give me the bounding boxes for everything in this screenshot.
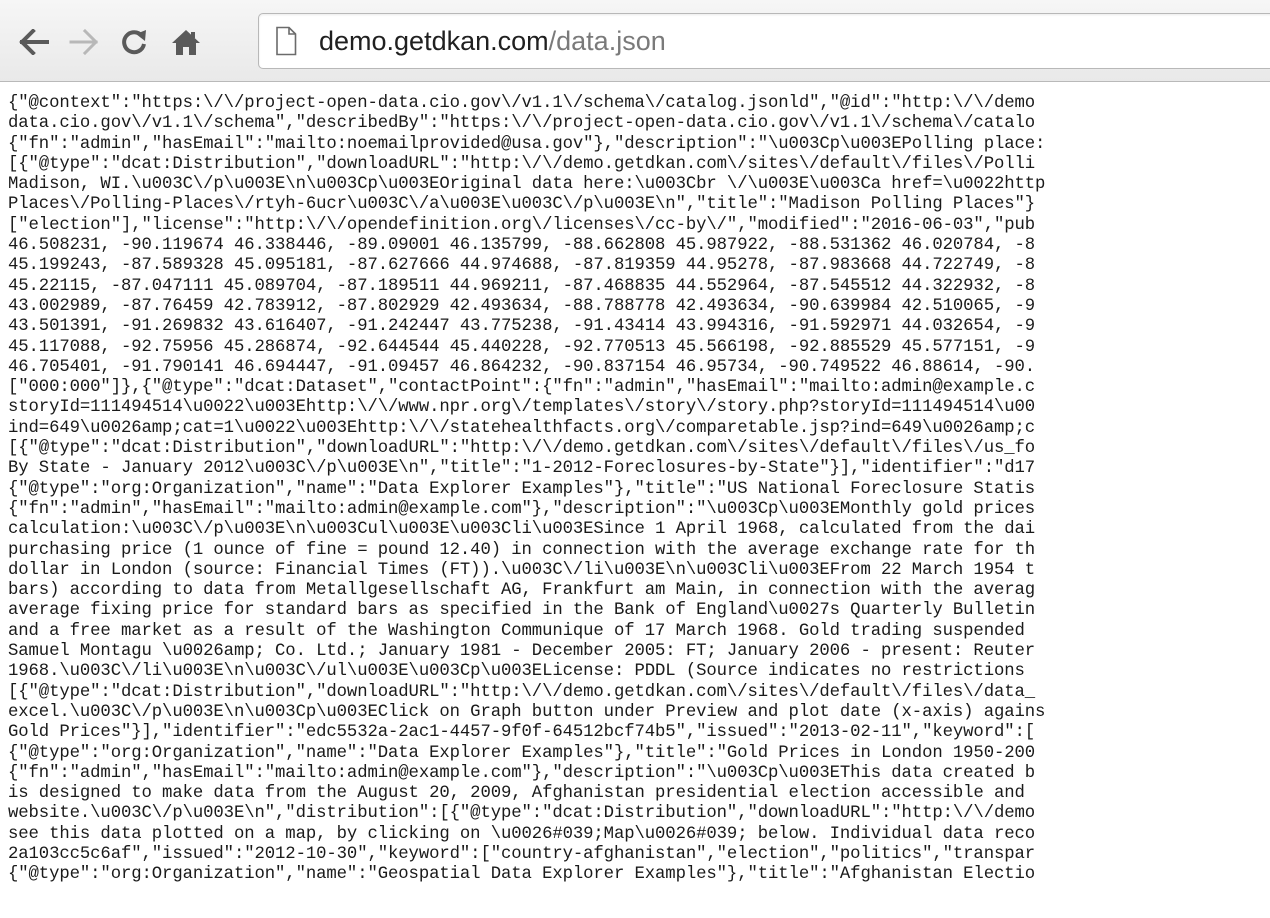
back-button[interactable] xyxy=(12,14,56,70)
json-line: 43.501391, -91.269832 43.616407, -91.242… xyxy=(8,317,1036,337)
arrow-right-icon xyxy=(69,29,99,55)
json-line: {"@context":"https:\/\/project-open-data… xyxy=(8,94,1036,113)
json-line: website.\u003C\/p\u003E\n","distribution… xyxy=(8,804,1036,824)
arrow-left-icon xyxy=(19,29,49,55)
json-line: ["000:000"]},{"@type":"dcat:Dataset","co… xyxy=(8,378,1036,398)
json-line: Madison, WI.\u003C\/p\u003E\n\u003Cp\u00… xyxy=(8,175,1046,195)
json-line: By State - January 2012\u003C\/p\u003E\n… xyxy=(8,459,1036,479)
json-text: {"@context":"https:\/\/project-open-data… xyxy=(0,82,1270,886)
json-line: ind=649\u0026amp;cat=1\u0022\u003Ehttp:\… xyxy=(8,418,1036,438)
json-line: [{"@type":"dcat:Distribution","downloadU… xyxy=(8,154,1036,174)
json-line: {"fn":"admin","hasEmail":"mailto:admin@e… xyxy=(8,499,1036,519)
reload-button[interactable] xyxy=(112,14,156,70)
url-path: /data.json xyxy=(548,26,666,56)
json-line: 45.117088, -92.75956 45.286874, -92.6445… xyxy=(8,337,1036,357)
json-line: dollar in London (source: Financial Time… xyxy=(8,560,1036,580)
json-line: average fixing price for standard bars a… xyxy=(8,601,1036,621)
json-line: 45.199243, -87.589328 45.095181, -87.627… xyxy=(8,256,1036,276)
page-icon xyxy=(275,26,297,61)
json-line: calculation:\u003C\/p\u003E\n\u003Cul\u0… xyxy=(8,520,1036,540)
json-line: purchasing price (1 ounce of fine = poun… xyxy=(8,540,1036,560)
json-line: and a free market as a result of the Was… xyxy=(8,621,1025,641)
forward-button[interactable] xyxy=(62,14,106,70)
json-line: 46.508231, -90.119674 46.338446, -89.090… xyxy=(8,236,1036,256)
json-line: 45.22115, -87.047111 45.089704, -87.1895… xyxy=(8,276,1036,296)
json-line: {"@type":"org:Organization","name":"Data… xyxy=(8,743,1036,763)
json-line: Samuel Montagu \u0026amp; Co. Ltd.; Janu… xyxy=(8,642,1036,662)
json-line: is designed to make data from the August… xyxy=(8,784,1025,804)
json-line: {"@type":"org:Organization","name":"Geos… xyxy=(8,865,1036,885)
json-line: [{"@type":"dcat:Distribution","downloadU… xyxy=(8,682,1036,702)
reload-icon xyxy=(120,28,148,56)
json-line: bars) according to data from Metallgesel… xyxy=(8,581,1036,601)
json-line: 2a103cc5c6af","issued":"2012-10-30","key… xyxy=(8,844,1036,864)
json-line: storyId=111494514\u0022\u003Ehttp:\/\/ww… xyxy=(8,398,1036,418)
home-button[interactable] xyxy=(164,14,208,70)
json-line: 1968.\u003C\/li\u003E\n\u003C\/ul\u003E\… xyxy=(8,662,1025,682)
json-line: {"@type":"org:Organization","name":"Data… xyxy=(8,479,1036,499)
json-line: excel.\u003C\/p\u003E\n\u003Cp\u003EClic… xyxy=(8,702,1046,722)
url-host: demo.getdkan.com xyxy=(319,26,549,56)
json-line: {"fn":"admin","hasEmail":"mailto:noemail… xyxy=(8,134,1046,154)
json-line: Places\/Polling-Places\/rtyh-6ucr\u003C\… xyxy=(8,195,1036,215)
home-icon xyxy=(171,28,201,56)
json-line: Gold Prices"}],"identifier":"edc5532a-2a… xyxy=(8,723,1036,743)
address-bar[interactable]: demo.getdkan.com/data.json xyxy=(258,13,1270,69)
json-line: {"fn":"admin","hasEmail":"mailto:admin@e… xyxy=(8,763,1036,783)
json-line: 46.705401, -91.790141 46.694447, -91.094… xyxy=(8,357,1036,377)
json-line: ["election"],"license":"http:\/\/opendef… xyxy=(8,215,1036,235)
browser-toolbar: demo.getdkan.com/data.json xyxy=(0,0,1270,82)
json-line: [{"@type":"dcat:Distribution","downloadU… xyxy=(8,439,1036,459)
page-content: {"@context":"https:\/\/project-open-data… xyxy=(0,82,1270,918)
url-text[interactable]: demo.getdkan.com/data.json xyxy=(319,25,666,57)
json-line: data.cio.gov\/v1.1\/schema","describedBy… xyxy=(8,114,1036,134)
json-line: 43.002989, -87.76459 42.783912, -87.8029… xyxy=(8,296,1036,316)
json-line: see this data plotted on a map, by click… xyxy=(8,824,1036,844)
